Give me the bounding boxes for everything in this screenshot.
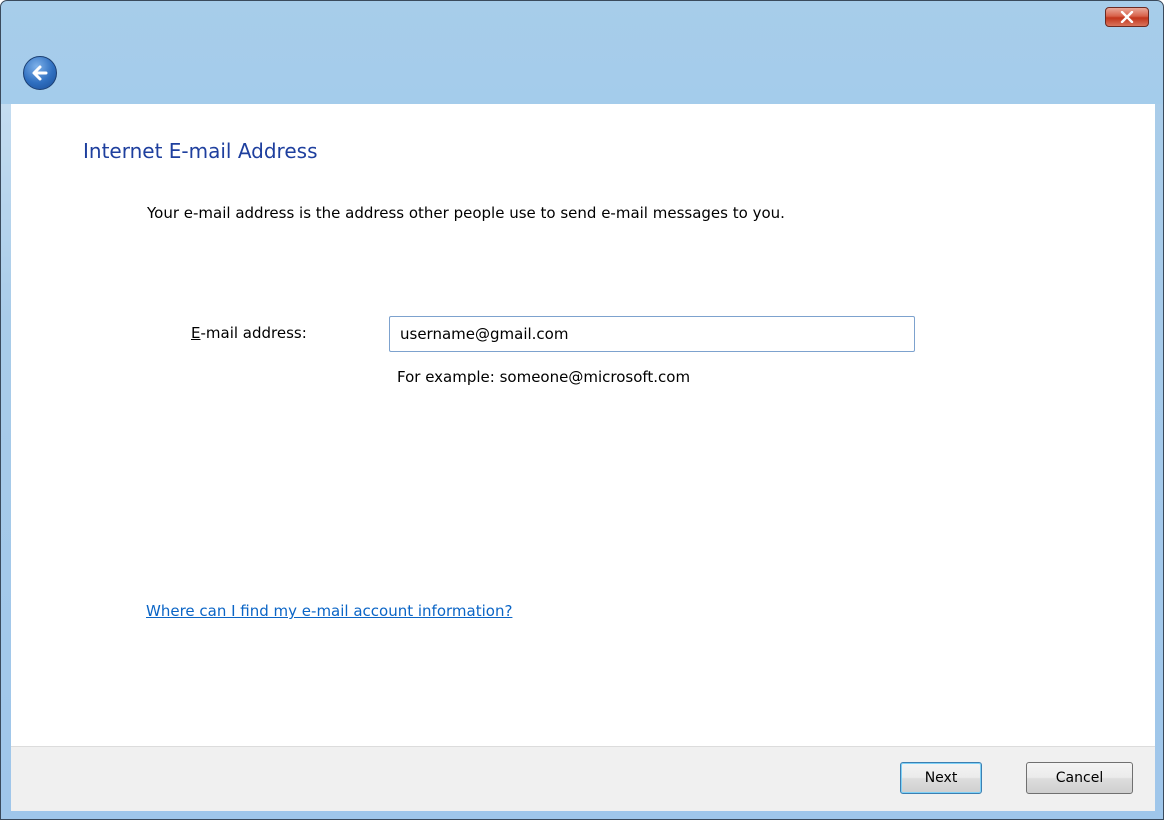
next-button[interactable]: Next	[900, 762, 982, 794]
content-panel: Internet E-mail Address Your e-mail addr…	[11, 104, 1155, 746]
account-info-help-link[interactable]: Where can I find my e-mail account infor…	[146, 602, 512, 620]
email-field[interactable]	[389, 316, 915, 352]
button-bar: Next Cancel	[11, 746, 1155, 811]
close-icon	[1120, 11, 1134, 23]
page-description: Your e-mail address is the address other…	[147, 204, 785, 222]
wizard-window: Internet E-mail Address Your e-mail addr…	[0, 0, 1164, 820]
email-label: E-mail address:	[191, 324, 307, 342]
window-frame-left	[1, 104, 11, 819]
page-title: Internet E-mail Address	[83, 139, 318, 163]
back-arrow-icon	[32, 65, 48, 81]
back-button[interactable]	[23, 56, 57, 90]
email-example-hint: For example: someone@microsoft.com	[397, 368, 691, 386]
title-bar	[1, 1, 1163, 104]
close-button[interactable]	[1105, 7, 1149, 27]
cancel-button[interactable]: Cancel	[1026, 762, 1133, 794]
